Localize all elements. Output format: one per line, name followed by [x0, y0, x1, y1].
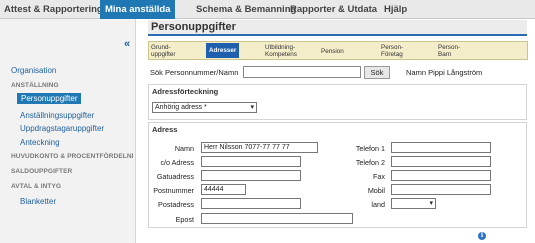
label-mobil: Mobil	[367, 186, 385, 195]
label-gatuadress: Gatuadress	[156, 172, 194, 181]
sidebar-item-personuppgifter[interactable]: Personuppgifter	[17, 93, 82, 104]
sidebar-header-anstallning: ANSTÄLLNING	[11, 82, 59, 89]
sidebar: « Organisation ANSTÄLLNING Personuppgift…	[0, 19, 136, 243]
address-list-section: Adressförteckning Anhörig adress * ▾	[148, 84, 527, 120]
search-button[interactable]: Sök	[364, 66, 390, 79]
tab-schema-bemanning[interactable]: Schema & Bemanning	[196, 0, 296, 19]
label-telefon-2: Telefon 2	[355, 158, 385, 167]
chevron-down-icon: ▾	[429, 200, 433, 207]
page-title: Personuppgifter	[148, 20, 527, 36]
sidebar-item-blanketter[interactable]: Blanketter	[20, 197, 56, 206]
namn-field[interactable]: Herr Nilsson 7077-77 77 77	[201, 142, 318, 153]
sidebar-item-anteckning[interactable]: Anteckning	[20, 138, 60, 147]
postadress-field[interactable]	[201, 198, 301, 209]
chevron-down-icon: ▾	[250, 104, 254, 111]
postnummer-field[interactable]: 44444	[201, 184, 246, 195]
sidebar-header-avtal-intyg: AVTAL & INTYG	[11, 183, 62, 190]
address-title: Adress	[152, 125, 178, 134]
label-telefon-1: Telefon 1	[355, 144, 385, 153]
top-navigation: Attest & Rapportering Mina anställda Sch…	[0, 0, 535, 19]
employee-name: Namn Pippi Långström	[406, 68, 483, 77]
label-postnummer: Postnummer	[153, 186, 194, 195]
search-input[interactable]	[243, 66, 361, 78]
address-list-title: Adressförteckning	[152, 87, 219, 96]
sidebar-header-saldouppgifter[interactable]: SALDOUPPGIFTER	[11, 168, 72, 175]
info-icon[interactable]: i	[478, 232, 486, 240]
label-namn: Namn	[174, 144, 194, 153]
label-epost: Epost	[175, 215, 194, 224]
co-adress-field[interactable]	[201, 156, 301, 167]
tab-attest-rapportering[interactable]: Attest & Rapportering	[4, 0, 103, 19]
address-type-value: Anhörig adress *	[155, 104, 207, 111]
subtab-person-foretag[interactable]: Person- Företag	[381, 44, 403, 58]
subtab-pension[interactable]: Pension	[321, 48, 344, 55]
sidebar-item-anstallningsuppgifter[interactable]: Anställningsuppgifter	[20, 111, 94, 120]
gatuadress-field[interactable]	[201, 170, 301, 181]
search-label: Sök Personnummer/Namn	[150, 68, 239, 77]
telefon-2-field[interactable]	[391, 156, 491, 167]
address-type-select[interactable]: Anhörig adress * ▾	[152, 102, 257, 113]
label-postadress: Postadress	[158, 200, 194, 209]
fax-field[interactable]	[391, 170, 491, 181]
sidebar-item-uppdragstagaruppgifter[interactable]: Uppdragstagaruppgifter	[20, 124, 104, 133]
tab-hjalp[interactable]: Hjälp	[384, 0, 407, 19]
subtab-adresser[interactable]: Adresser	[206, 43, 240, 58]
epost-field[interactable]	[201, 213, 353, 224]
sidebar-header-huvudkonto[interactable]: HUVUDKONTO & PROCENTFÖRDELNI	[11, 153, 134, 160]
mobil-field[interactable]	[391, 184, 491, 195]
sidebar-item-organisation[interactable]: Organisation	[11, 66, 56, 75]
collapse-sidebar-icon[interactable]: «	[124, 38, 130, 50]
subtab-person-barn[interactable]: Person- Barn	[438, 44, 460, 58]
address-section: Adress Namn c/o Adress Gatuadress Postnu…	[148, 122, 527, 228]
land-select[interactable]: ▾	[391, 198, 436, 209]
tab-mina-anstallda[interactable]: Mina anställda	[100, 0, 176, 19]
label-fax: Fax	[373, 172, 385, 181]
telefon-1-field[interactable]	[391, 142, 491, 153]
subtab-bar: Grund- uppgifter Adresser Utbildning- Ko…	[148, 41, 528, 60]
subtab-grunduppgifter[interactable]: Grund- uppgifter	[151, 44, 176, 58]
subtab-utbildning-kompetens[interactable]: Utbildning- Kompetens	[265, 44, 297, 58]
label-land: land	[371, 200, 385, 209]
label-co-adress: c/o Adress	[160, 158, 194, 167]
tab-rapporter-utdata[interactable]: Rapporter & Utdata	[290, 0, 377, 19]
